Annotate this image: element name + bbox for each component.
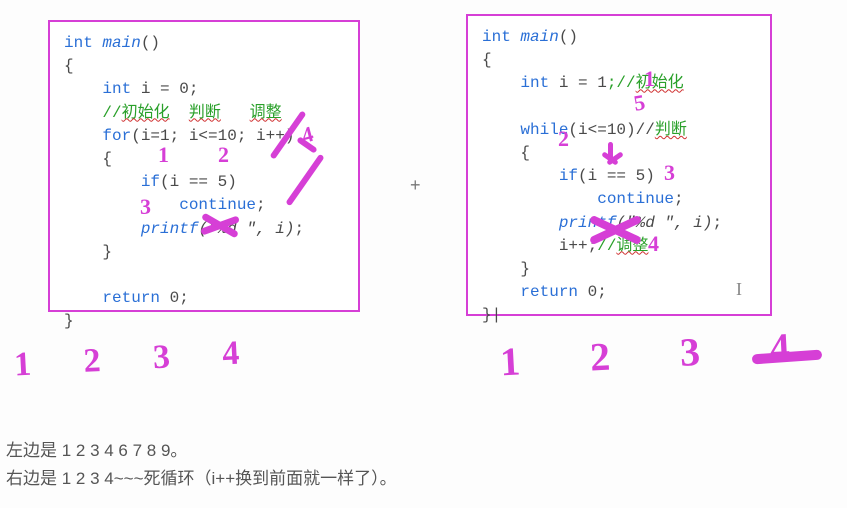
kw-int: int (482, 28, 520, 46)
cm: ;// (607, 74, 636, 92)
t: (i == 5) (160, 173, 237, 191)
t: ("%d ", i) (616, 214, 712, 232)
kw-while: while (482, 121, 568, 139)
kw-return: return (482, 283, 588, 301)
caption-left-output: 左边是 1 2 3 4 6 7 8 9。 (6, 436, 187, 461)
t: { (482, 144, 530, 162)
cm: 初始化 (122, 104, 170, 122)
cm: 调整 (616, 237, 648, 255)
cm: 判断 (655, 121, 687, 139)
fn-main: main (102, 34, 140, 52)
caption-right-output: 右边是 1 2 3 4~~~死循环（i++换到前面就一样了）。 (6, 464, 397, 489)
right-code: int main() { int i = 1;//初始化 while(i<=10… (482, 26, 756, 327)
right-code-box: int main() { int i = 1;//初始化 while(i<=10… (466, 14, 772, 316)
t: (i == 5) (578, 167, 655, 185)
cm (170, 104, 189, 122)
cm: 初始化 (636, 74, 684, 92)
kw-continue: continue (482, 190, 674, 208)
t: ; (189, 80, 199, 98)
t: { (482, 51, 492, 69)
cm: // (64, 104, 122, 122)
kw-for: for (64, 127, 131, 145)
t: i = 1 (559, 74, 607, 92)
left-code: int main() { int i = 0; //初始化 判断 调整 for(… (64, 32, 344, 333)
kw-if: if (482, 167, 578, 185)
t: i = 0 (141, 80, 189, 98)
cm: // (597, 237, 616, 255)
t: (i=1; i<=10; i++) (131, 127, 294, 145)
t: i++; (482, 237, 597, 255)
t: { (64, 57, 74, 75)
t: { (64, 150, 112, 168)
text-cursor-icon: I (736, 279, 742, 300)
t: () (559, 28, 578, 46)
kw-continue: continue (64, 196, 256, 214)
t: 0 (588, 283, 598, 301)
cm: 判断 (189, 104, 221, 122)
cm (221, 104, 250, 122)
fn-printf: printf (64, 220, 198, 238)
kw-return: return (64, 289, 170, 307)
t: ; (294, 220, 304, 238)
t: ; (256, 196, 266, 214)
t: } (64, 243, 112, 261)
t: ; (674, 190, 684, 208)
t: 0 (170, 289, 180, 307)
cm: 调整 (250, 104, 282, 122)
t: (i<=10)// (568, 121, 654, 139)
fn-main: main (520, 28, 558, 46)
page-stage: int main() { int i = 0; //初始化 判断 调整 for(… (0, 0, 847, 508)
t: } (482, 260, 530, 278)
t: }| (482, 306, 501, 324)
kw-int: int (64, 34, 102, 52)
kw-if: if (64, 173, 160, 191)
t: ("%d ", i) (198, 220, 294, 238)
handwritten-left-sequence: 1 2 3 4 (13, 334, 262, 385)
kw-int: int (482, 74, 559, 92)
t: } (64, 312, 74, 330)
t: ; (712, 214, 722, 232)
t: ; (179, 289, 189, 307)
t: () (141, 34, 160, 52)
fn-printf: printf (482, 214, 616, 232)
t: ; (597, 283, 607, 301)
plus-separator: + (410, 175, 421, 196)
kw-int: int (64, 80, 141, 98)
left-code-box: int main() { int i = 0; //初始化 判断 调整 for(… (48, 20, 360, 312)
